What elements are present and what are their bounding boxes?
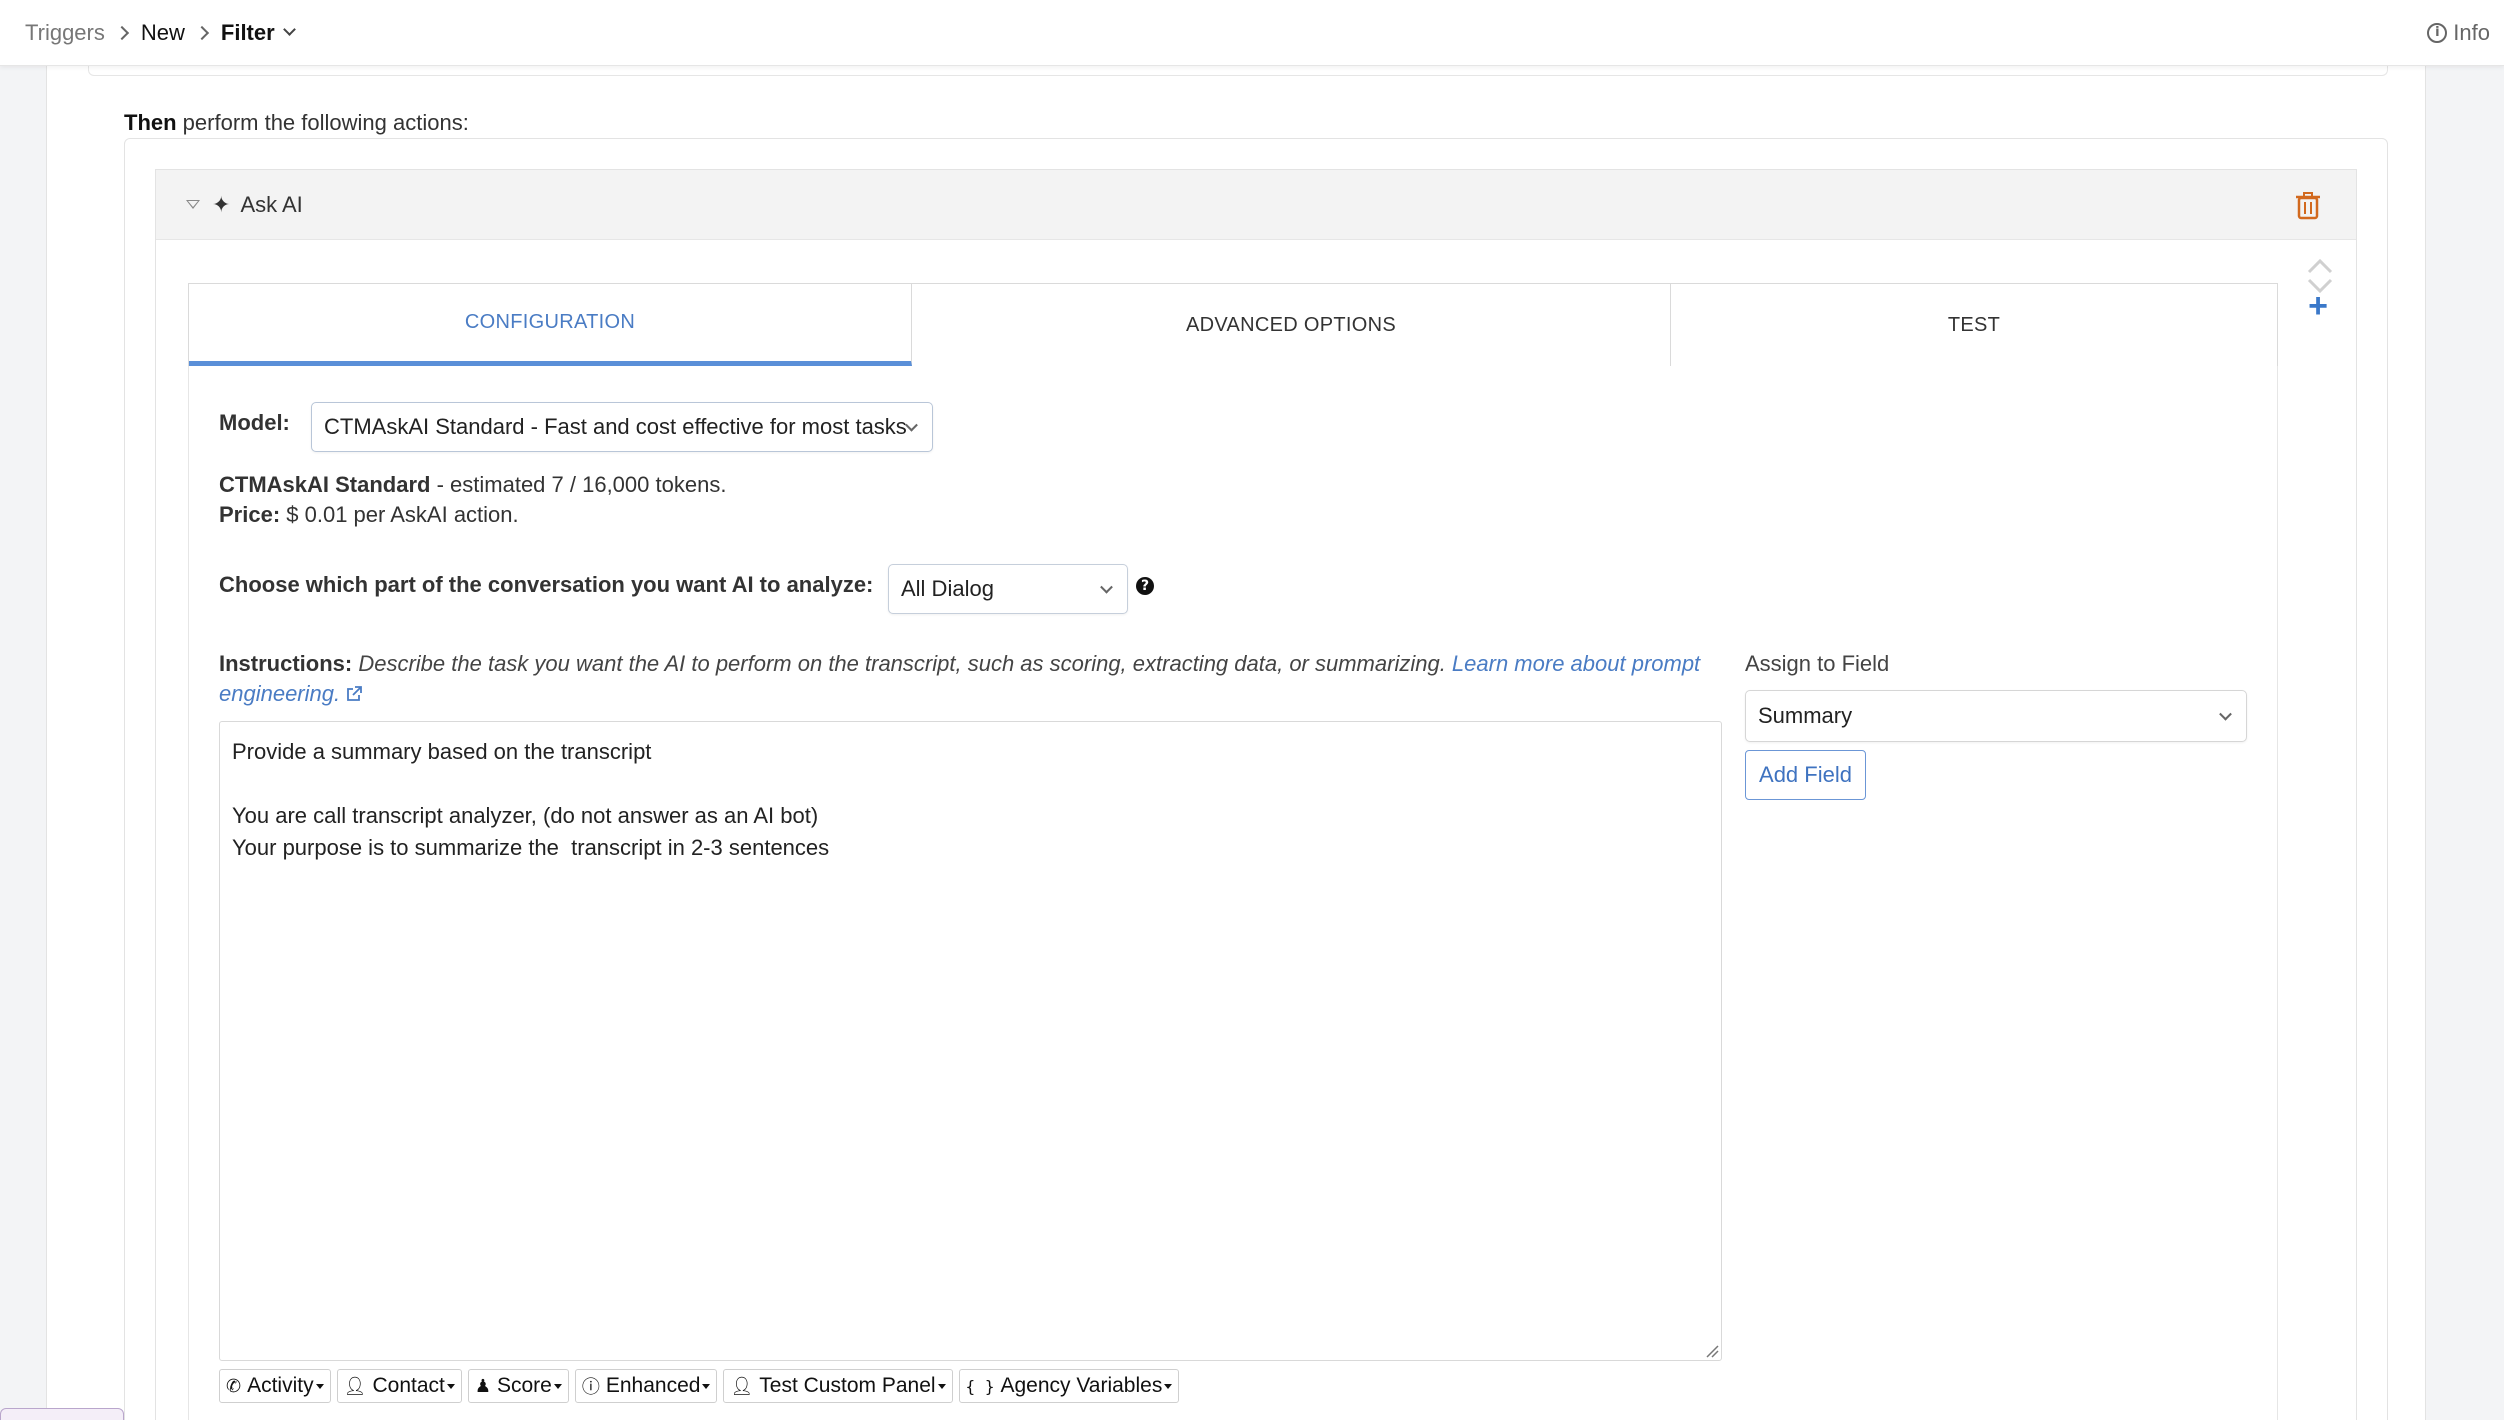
tab-test[interactable]: TEST [1671, 284, 2277, 366]
braces-icon: { } [965, 1376, 995, 1396]
tab-configuration[interactable]: CONFIGURATION [189, 284, 912, 366]
chevron-down-icon [1100, 580, 1113, 594]
conversation-part-select[interactable]: All Dialog [888, 564, 1128, 614]
contact-dropdown[interactable]: 👤︎ Contact [336, 1369, 462, 1403]
info-icon: i [2427, 23, 2448, 43]
variables-toolbar: ✆ Activity 👤︎ Contact ♟ Score ⓘ Enhanced… [219, 1369, 1180, 1403]
add-field-button[interactable]: Add Field [1745, 750, 1866, 800]
estimate-tokens: - estimated 7 / 16,000 tokens. [430, 472, 727, 497]
assign-field-label: Assign to Field [1745, 651, 1890, 676]
model-select-value: CTMAskAI Standard - Fast and cost effect… [324, 414, 907, 439]
caret-down-icon [315, 1383, 324, 1389]
model-estimate: CTMAskAI Standard - estimated 7 / 16,000… [219, 470, 726, 530]
sparkle-icon: ✦ [212, 191, 231, 217]
caret-down-icon [702, 1383, 711, 1389]
chevron-down-icon[interactable] [282, 23, 296, 36]
action-title: Ask AI [240, 191, 303, 217]
model-label: Model: [219, 410, 290, 435]
then-bold: Then [124, 110, 177, 135]
score-icon: ♟ [474, 1375, 491, 1396]
bottom-panel-tab[interactable] [0, 1408, 124, 1420]
breadcrumb: Triggers New Filter [25, 20, 296, 46]
caret-down-icon [937, 1383, 946, 1389]
breadcrumb-bar: Triggers New Filter i Info [0, 0, 2504, 66]
breadcrumb-filter[interactable]: Filter [221, 20, 275, 46]
score-dropdown[interactable]: ♟ Score [467, 1369, 569, 1403]
tab-bar: CONFIGURATION ADVANCED OPTIONS TEST [188, 283, 2278, 367]
agency-variables-dropdown[interactable]: { } Agency Variables [958, 1369, 1180, 1403]
help-icon[interactable]: ? [1136, 577, 1154, 595]
chevron-right-icon [114, 25, 129, 40]
instructions-description: Describe the task you want the AI to per… [352, 651, 1452, 676]
trash-icon[interactable] [2296, 192, 2320, 220]
tab-advanced-options[interactable]: ADVANCED OPTIONS [912, 284, 1671, 366]
assign-field-value: Summary [1758, 703, 1853, 728]
breadcrumb-triggers[interactable]: Triggers [25, 20, 105, 46]
price-value: $ 0.01 per AskAI action. [280, 502, 519, 527]
then-rest: perform the following actions: [176, 110, 469, 135]
conversation-part-value: All Dialog [901, 576, 994, 601]
model-select[interactable]: CTMAskAI Standard - Fast and cost effect… [311, 402, 933, 452]
agency-variables-label: Agency Variables [1000, 1374, 1163, 1397]
breadcrumb-new[interactable]: New [141, 20, 185, 46]
info-label: Info [2453, 20, 2490, 45]
test-custom-panel-dropdown[interactable]: 👤︎ Test Custom Panel [723, 1369, 953, 1403]
instructions-label: Instructions: [219, 651, 353, 676]
caret-down-icon [446, 1383, 455, 1389]
test-custom-panel-label: Test Custom Panel [759, 1374, 936, 1397]
score-label: Score [496, 1374, 552, 1397]
user-icon: 👤︎ [343, 1375, 367, 1396]
chevron-right-icon [194, 25, 209, 40]
user-icon: 👤︎ [730, 1375, 754, 1396]
info-circle-icon: ⓘ [581, 1377, 600, 1397]
then-heading: Then perform the following actions: [124, 110, 469, 136]
info-button[interactable]: i Info [2427, 20, 2490, 46]
collapse-toggle-icon[interactable] [186, 200, 200, 209]
activity-dropdown[interactable]: ✆ Activity [219, 1369, 331, 1403]
action-header[interactable]: ✦ Ask AI [156, 170, 2356, 240]
price-label: Price: [219, 502, 281, 527]
instructions-textarea[interactable]: Provide a summary based on the transcrip… [219, 721, 1722, 1361]
instructions-label-block: Instructions: Describe the task you want… [219, 649, 1709, 709]
conversation-part-label: Choose which part of the conversation yo… [219, 572, 874, 597]
resize-handle-icon[interactable] [1705, 1344, 1719, 1358]
activity-label: Activity [247, 1374, 314, 1397]
add-action-icon[interactable]: + [2304, 289, 2332, 323]
caret-down-icon [553, 1383, 562, 1389]
assign-field-select[interactable]: Summary [1745, 690, 2247, 742]
external-link-icon [347, 686, 363, 701]
estimate-model-name: CTMAskAI Standard [219, 472, 431, 497]
enhanced-dropdown[interactable]: ⓘ Enhanced [574, 1369, 718, 1403]
chevron-down-icon [905, 418, 918, 432]
enhanced-label: Enhanced [605, 1374, 701, 1397]
chevron-down-icon [2219, 707, 2232, 721]
caret-down-icon [1164, 1383, 1173, 1389]
contact-label: Contact [372, 1374, 445, 1397]
phone-icon: ✆ [226, 1375, 242, 1396]
